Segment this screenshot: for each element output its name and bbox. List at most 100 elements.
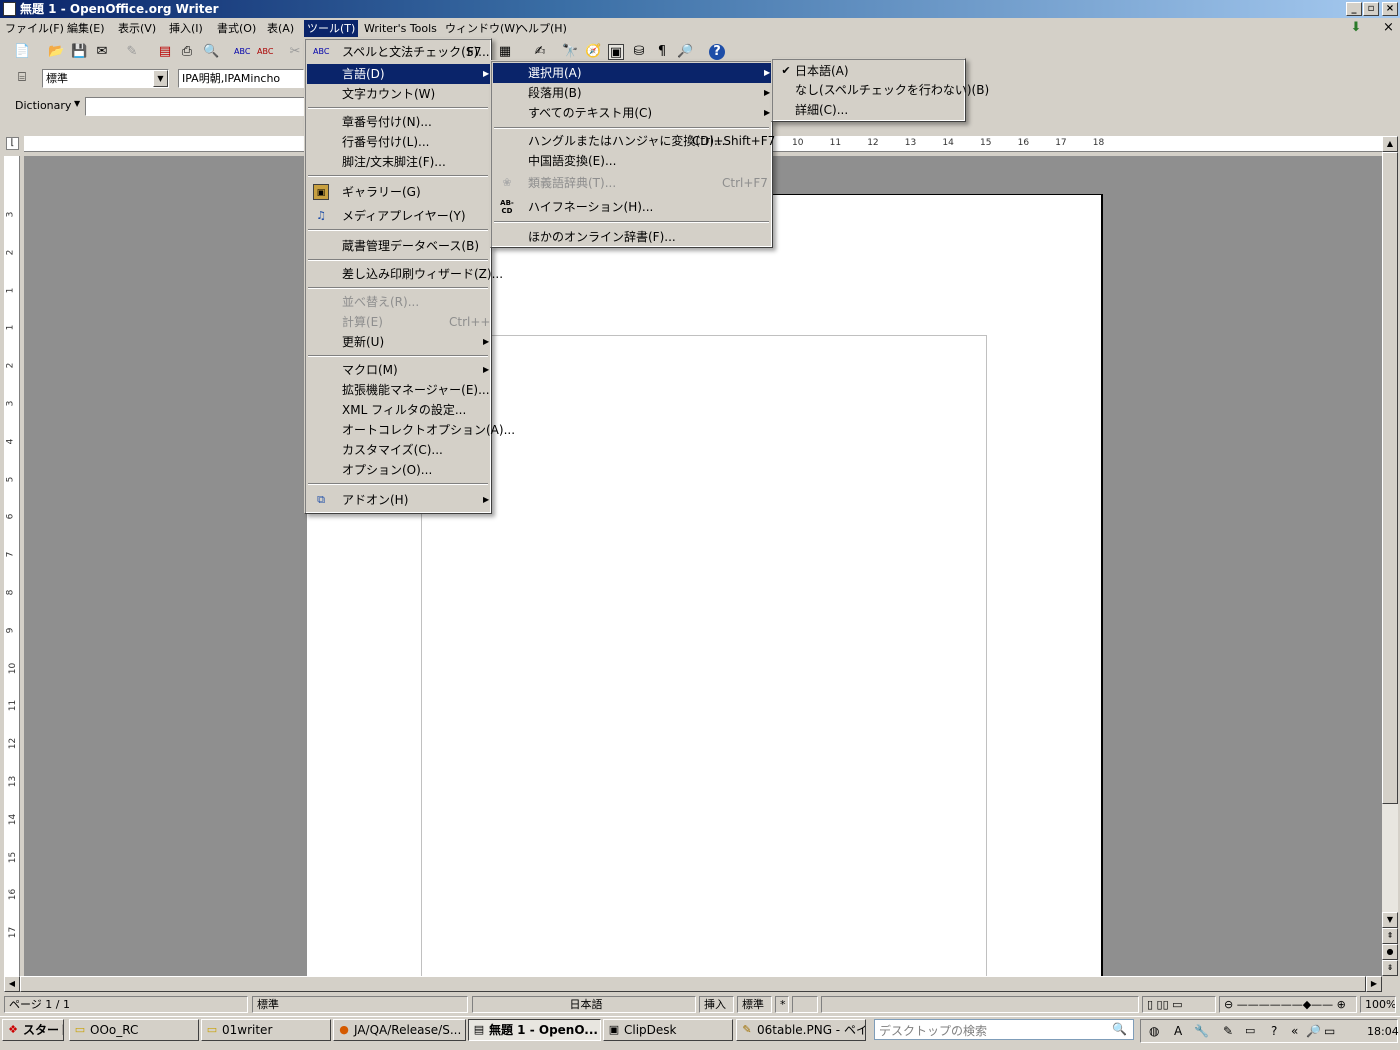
clock[interactable]: 18:04 xyxy=(1367,1025,1399,1038)
close-document-icon[interactable]: × xyxy=(1383,20,1395,36)
menu-item-more[interactable]: 詳細(C)... xyxy=(774,100,965,120)
scroll-down-icon[interactable]: ▼ xyxy=(1382,912,1398,928)
tray-help-icon[interactable]: ? xyxy=(1271,1024,1277,1038)
menu-view[interactable]: 表示(V) xyxy=(115,20,159,37)
menu-item-footnotes[interactable]: 脚注/文末脚注(F)... xyxy=(307,152,491,172)
menu-item-gallery[interactable]: ▣ ギャラリー(G) xyxy=(307,182,491,202)
save-icon[interactable]: 💾 xyxy=(71,44,87,60)
tray-expand-icon[interactable]: « xyxy=(1291,1024,1298,1038)
menu-item-hyphenation[interactable]: AB- CD ハイフネーション(H)... xyxy=(493,197,772,217)
vertical-ruler[interactable]: 3 2 1 1 2 3 4 5 6 7 8 9 10 11 12 13 14 15 16 17 xyxy=(4,156,20,976)
menu-item-customize[interactable]: カスタマイズ(C)... xyxy=(307,440,491,460)
chevron-down-icon[interactable]: ▼ xyxy=(153,70,168,87)
tray-network-icon[interactable]: ▭ xyxy=(1324,1024,1335,1038)
menu-item-update[interactable]: 更新(U) ▶ xyxy=(307,332,491,352)
status-zoom[interactable]: 100% xyxy=(1360,996,1396,1013)
taskbar-button-01writer[interactable]: ▭ 01writer xyxy=(201,1019,331,1041)
menu-insert[interactable]: 挿入(I) xyxy=(166,20,206,37)
find-replace-icon[interactable]: 🔭 xyxy=(562,44,578,60)
zoom-slider[interactable]: ⊖ ——————◆—— ⊕ xyxy=(1219,996,1357,1013)
email-icon[interactable]: ✉ xyxy=(94,44,110,60)
tray-pen-icon[interactable]: ✎ xyxy=(1223,1024,1233,1038)
help-icon[interactable]: ? xyxy=(709,44,725,60)
print-icon[interactable]: ⎙ xyxy=(179,44,195,60)
minimize-button[interactable]: _ xyxy=(1346,2,1362,16)
menu-item-spellcheck[interactable]: ABC スペルと文法チェック(S)... F7 xyxy=(307,42,491,62)
hscroll-thumb[interactable] xyxy=(20,976,1366,992)
tray-tools-icon[interactable]: 🔧 xyxy=(1194,1024,1209,1038)
data-sources-icon[interactable]: ⛁ xyxy=(631,44,647,60)
menu-format[interactable]: 書式(O) xyxy=(214,20,259,37)
tray-colors-icon[interactable]: ◍ xyxy=(1149,1024,1159,1038)
status-selection-mode[interactable]: 標準 xyxy=(737,996,772,1013)
taskbar-button-ooo-rc[interactable]: ▭ OOo_RC xyxy=(69,1019,199,1041)
menu-item-none-no-spellcheck[interactable]: なし(スペルチェックを行わない)(B) xyxy=(774,80,989,100)
font-name-combo[interactable]: IPA明朝,IPAMincho xyxy=(178,69,304,88)
taskbar-button-paint[interactable]: ✎ 06table.PNG - ペイ... xyxy=(736,1019,866,1041)
menu-item-outline-numbering[interactable]: 章番号付け(N)... xyxy=(307,112,491,132)
close-button[interactable]: × xyxy=(1382,2,1398,16)
status-signature[interactable] xyxy=(792,996,818,1013)
table-icon[interactable]: ▦ xyxy=(497,44,513,60)
spellcheck-toolbar-icon[interactable]: ABC xyxy=(234,44,250,60)
start-button[interactable]: ❖ スタート xyxy=(2,1019,64,1041)
dictionary-dropdown-icon[interactable]: ▼ xyxy=(74,99,80,108)
menu-item-for-all-text[interactable]: すべてのテキスト用(C) ▶ xyxy=(493,103,772,123)
menu-help[interactable]: ヘルプ(H) xyxy=(514,20,570,37)
menu-item-japanese[interactable]: ✔ 日本語(A) xyxy=(774,61,965,81)
menu-item-for-selection[interactable]: 選択用(A) ▶ xyxy=(493,63,772,83)
menu-table[interactable]: 表(A) xyxy=(264,20,297,37)
menu-item-mail-merge[interactable]: 差し込み印刷ウィザード(Z)... xyxy=(307,264,503,284)
menu-edit[interactable]: 編集(E) xyxy=(64,20,108,37)
menu-item-bibliography[interactable]: 蔵書管理データベース(B) xyxy=(307,236,491,256)
menu-item-word-count[interactable]: 文字カウント(W) xyxy=(307,84,491,104)
status-language[interactable]: 日本語 xyxy=(472,996,696,1013)
horizontal-scrollbar[interactable]: ◀ ▶ xyxy=(4,976,1382,992)
menu-window[interactable]: ウィンドウ(W) xyxy=(442,20,522,37)
taskbar-button-writer[interactable]: ▤ 無題 1 - OpenO... xyxy=(468,1019,601,1041)
navigator-icon[interactable]: 🧭 xyxy=(585,44,601,60)
styles-formatting-icon[interactable]: ⌸ xyxy=(14,70,30,86)
taskbar-button-clipdesk[interactable]: ▣ ClipDesk xyxy=(603,1019,733,1041)
autospellcheck-icon[interactable]: ABC xyxy=(257,44,273,60)
menu-item-online-dictionaries[interactable]: ほかのオンライン辞書(F)... xyxy=(493,227,772,247)
paragraph-style-combo[interactable]: 標準 ▼ xyxy=(42,69,169,88)
menu-item-hangul-hanja[interactable]: ハングルまたはハンジャに変換(D)... Ctrl+Shift+F7 xyxy=(493,131,775,151)
dictionary-label[interactable]: Dictionary xyxy=(15,99,71,112)
tray-ime-icon[interactable]: A xyxy=(1174,1024,1182,1038)
menu-file[interactable]: ファイル(F) xyxy=(2,20,67,37)
gallery-toolbar-icon[interactable]: ▣ xyxy=(608,44,624,60)
tab-stop-selector[interactable]: ⌊ xyxy=(6,137,19,150)
page-preview-icon[interactable]: 🔍 xyxy=(203,44,219,60)
menu-item-extension-manager[interactable]: 拡張機能マネージャー(E)... xyxy=(307,380,491,400)
view-layout-icon[interactable]: ▯ ▯▯ ▭ xyxy=(1142,996,1216,1013)
tray-search-icon[interactable]: 🔎 xyxy=(1306,1024,1321,1038)
status-modified[interactable]: * xyxy=(775,996,789,1013)
open-icon[interactable]: 📂 xyxy=(48,44,64,60)
menu-item-addons[interactable]: ⧉ アドオン(H) ▶ xyxy=(307,490,491,510)
zoom-icon[interactable]: 🔎 xyxy=(677,44,693,60)
menu-item-autocorrect[interactable]: オートコレクトオプション(A)... xyxy=(307,420,515,440)
update-download-icon[interactable]: ⬇ xyxy=(1347,20,1365,36)
desktop-search-box[interactable]: デスクトップの検索 🔍 xyxy=(874,1019,1134,1040)
menu-tools[interactable]: ツール(T) xyxy=(304,20,359,37)
status-page-style[interactable]: 標準 xyxy=(252,996,468,1013)
scroll-thumb[interactable] xyxy=(1382,152,1398,804)
menu-item-macros[interactable]: マクロ(M) ▶ xyxy=(307,360,491,380)
menu-item-line-numbering[interactable]: 行番号付け(L)... xyxy=(307,132,491,152)
menu-item-language[interactable]: 言語(D) ▶ xyxy=(307,64,491,84)
taskbar-button-firefox[interactable]: ● JA/QA/Release/S... xyxy=(333,1019,466,1041)
search-icon[interactable]: 🔍 xyxy=(1112,1022,1127,1036)
formatting-marks-icon[interactable]: ¶ xyxy=(654,44,670,60)
menu-item-for-paragraph[interactable]: 段落用(B) ▶ xyxy=(493,83,772,103)
export-pdf-icon[interactable]: ▤ xyxy=(157,44,173,60)
scroll-right-icon[interactable]: ▶ xyxy=(1366,976,1382,992)
new-document-icon[interactable]: 📄 xyxy=(14,44,30,60)
menu-writers-tools[interactable]: Writer's Tools xyxy=(361,20,440,37)
status-insert-mode[interactable]: 挿入 xyxy=(699,996,734,1013)
menu-item-media-player[interactable]: ♫ メディアプレイヤー(Y) xyxy=(307,206,491,226)
menu-item-xml-filter[interactable]: XML フィルタの設定... xyxy=(307,400,491,420)
scroll-left-icon[interactable]: ◀ xyxy=(4,976,20,992)
maximize-button[interactable]: ▫ xyxy=(1363,2,1379,16)
menu-item-options[interactable]: オプション(O)... xyxy=(307,460,491,480)
